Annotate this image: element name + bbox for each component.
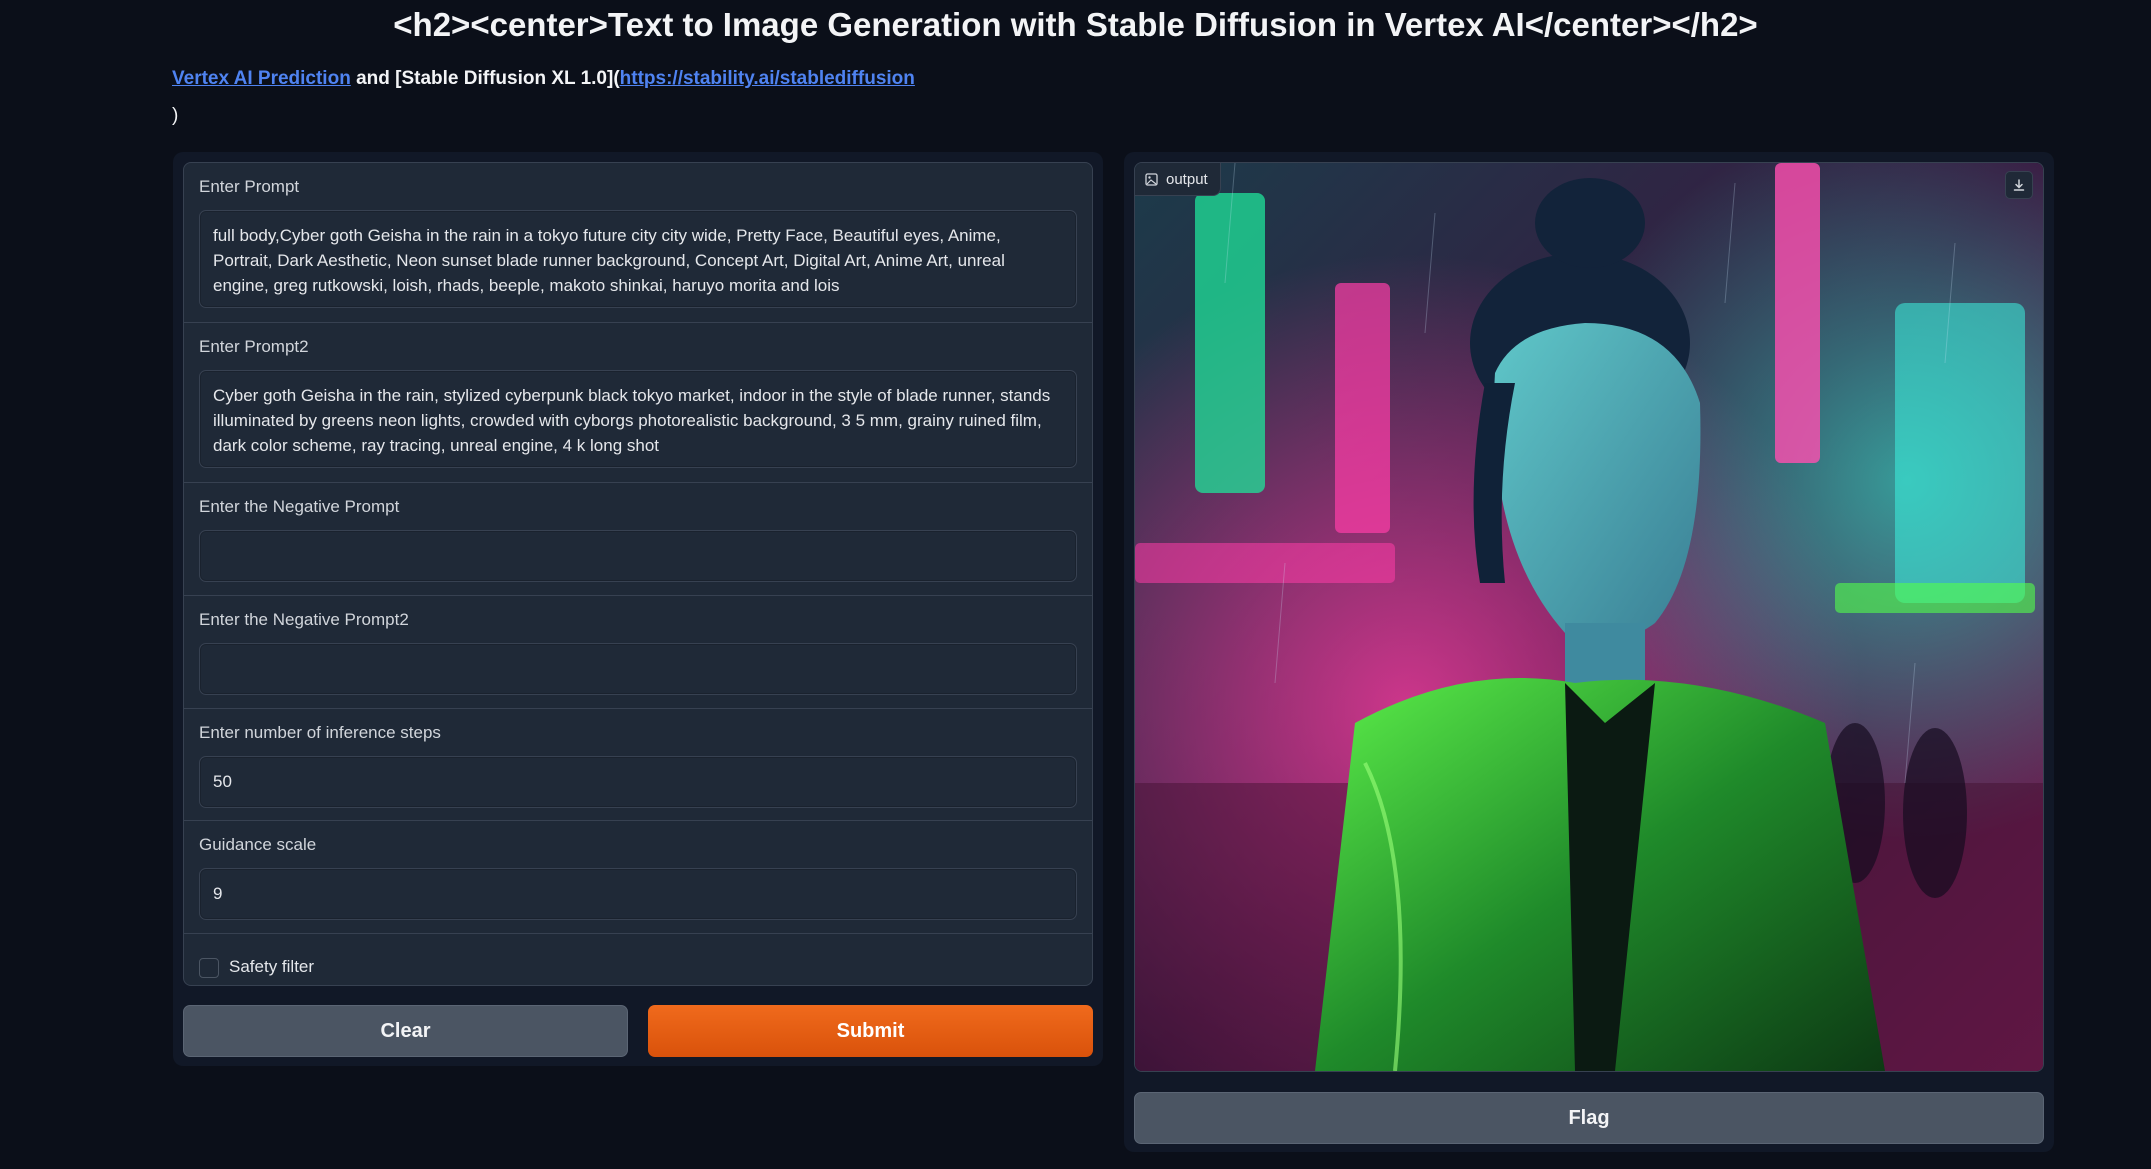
page-title: <h2><center>Text to Image Generation wit… bbox=[393, 6, 1758, 43]
output-label: output bbox=[1166, 170, 1208, 188]
prompt2-label: Enter Prompt2 bbox=[199, 337, 309, 356]
description-text: and [Stable Diffusion XL 1.0]( bbox=[350, 68, 620, 89]
safety-block: Safety filter bbox=[184, 934, 1092, 985]
input-form: Enter Prompt full body,Cyber goth Geisha… bbox=[183, 162, 1093, 986]
steps-block: Enter number of inference steps 50 bbox=[184, 709, 1092, 821]
image-icon bbox=[1145, 172, 1158, 186]
prompt-textarea[interactable]: full body,Cyber goth Geisha in the rain … bbox=[199, 210, 1077, 308]
description-line2: ) bbox=[172, 105, 179, 126]
negative-prompt2-label: Enter the Negative Prompt2 bbox=[199, 610, 409, 629]
negative-prompt-block: Enter the Negative Prompt bbox=[184, 483, 1092, 596]
output-label-badge: output bbox=[1135, 163, 1221, 196]
safety-filter-label[interactable]: Safety filter bbox=[229, 957, 314, 977]
prompt2-block: Enter Prompt2 Cyber goth Geisha in the r… bbox=[184, 323, 1092, 483]
vertex-ai-prediction-link[interactable]: Vertex AI Prediction bbox=[172, 68, 351, 89]
description: Vertex AI Prediction and [Stable Diffusi… bbox=[172, 68, 915, 90]
prompt-label: Enter Prompt bbox=[199, 177, 300, 196]
prompt2-textarea[interactable]: Cyber goth Geisha in the rain, stylized … bbox=[199, 370, 1077, 468]
prompt-block: Enter Prompt full body,Cyber goth Geisha… bbox=[184, 163, 1092, 323]
negative-prompt-input[interactable] bbox=[199, 530, 1077, 582]
negative-prompt2-input[interactable] bbox=[199, 643, 1077, 695]
output-column: output Flag bbox=[1124, 152, 2054, 1152]
guidance-label: Guidance scale bbox=[199, 835, 317, 854]
stability-link[interactable]: https://stability.ai/stablediffusion bbox=[620, 68, 915, 89]
steps-label: Enter number of inference steps bbox=[199, 723, 441, 742]
input-column: Enter Prompt full body,Cyber goth Geisha… bbox=[173, 152, 1103, 1066]
generated-image bbox=[1135, 163, 2043, 1071]
flag-button[interactable]: Flag bbox=[1134, 1092, 2044, 1144]
guidance-block: Guidance scale 9 bbox=[184, 821, 1092, 934]
negative-prompt2-block: Enter the Negative Prompt2 bbox=[184, 596, 1092, 709]
submit-button[interactable]: Submit bbox=[648, 1005, 1093, 1057]
download-button[interactable] bbox=[2005, 171, 2033, 199]
output-image-panel: output bbox=[1134, 162, 2044, 1072]
steps-input[interactable]: 50 bbox=[199, 756, 1077, 808]
guidance-input[interactable]: 9 bbox=[199, 868, 1077, 920]
safety-filter-checkbox[interactable] bbox=[199, 958, 219, 978]
negative-prompt-label: Enter the Negative Prompt bbox=[199, 497, 400, 516]
clear-button[interactable]: Clear bbox=[183, 1005, 628, 1057]
download-icon bbox=[2013, 179, 2025, 191]
